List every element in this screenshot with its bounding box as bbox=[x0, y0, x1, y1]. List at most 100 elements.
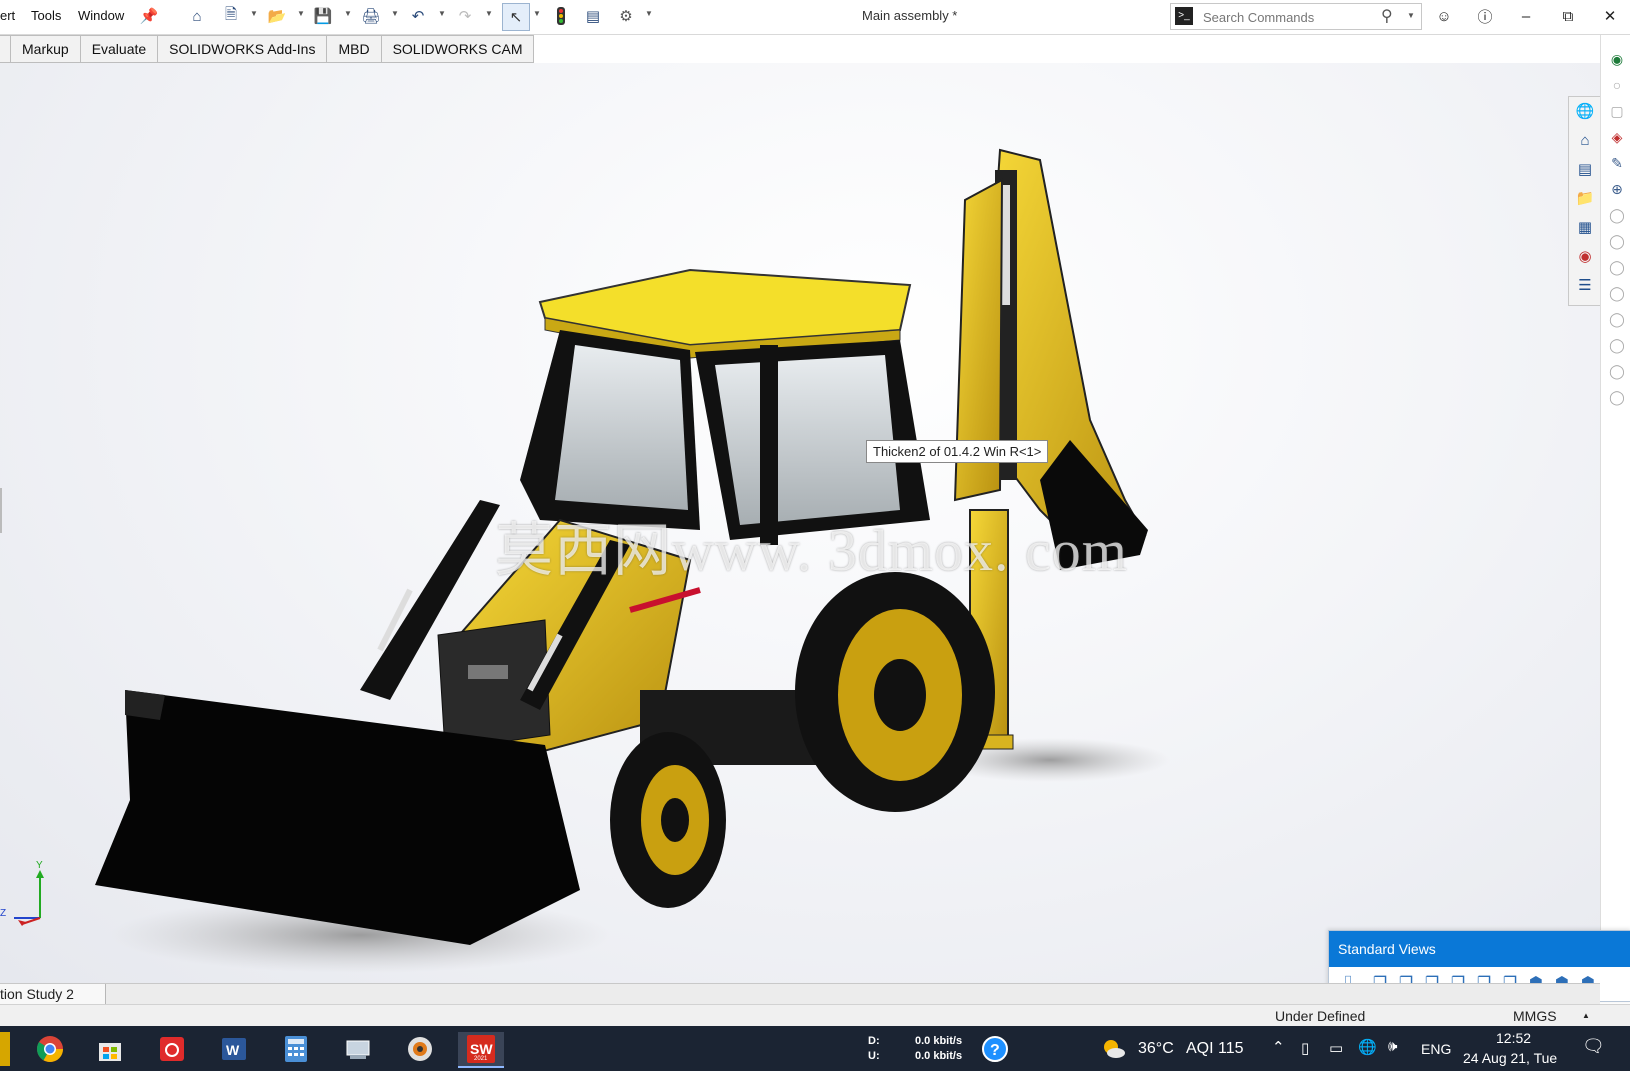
tab-markup[interactable]: Markup bbox=[11, 35, 81, 63]
menu-window[interactable]: Window bbox=[78, 8, 124, 23]
new-caret-icon[interactable]: ▼ bbox=[250, 9, 258, 18]
unit-system[interactable]: MMGS bbox=[1513, 1008, 1557, 1024]
graphics-area[interactable]: ⚲ ⚲ ↺ ◫ ✦ ❐ ▼ ▣ ▼ ◉ ▼ ◈ ▲ ▼ ▭ ▼ ◫ ◫ – ⧉ … bbox=[0, 63, 1600, 983]
select-caret-icon[interactable]: ▼ bbox=[533, 9, 541, 18]
new-document-icon[interactable]: 🗎 bbox=[222, 6, 240, 25]
solidworks-resources-icon[interactable]: 🌐 bbox=[1573, 99, 1597, 123]
view-icon-h[interactable]: ◯ bbox=[1607, 387, 1627, 407]
options-gear-icon[interactable]: ⚙ bbox=[617, 7, 635, 25]
minimize-button[interactable]: – bbox=[1513, 5, 1539, 27]
command-prompt-icon: >_ bbox=[1175, 7, 1193, 25]
undo-icon[interactable]: ↶ bbox=[409, 7, 427, 25]
title-bar: ert Tools Window 📌 ⌂ 🗎 ▼ 📂 ▼ 💾 ▼ 🖨 ▼ ↶ ▼… bbox=[0, 0, 1630, 35]
unit-system-caret-icon[interactable]: ▲ bbox=[1582, 1011, 1590, 1020]
word-icon[interactable]: W bbox=[214, 1032, 254, 1066]
show-hidden-icons-icon[interactable]: ⌃ bbox=[1272, 1038, 1285, 1056]
calculator-icon[interactable] bbox=[276, 1032, 316, 1066]
view-palette-icon[interactable]: ▦ bbox=[1573, 215, 1597, 239]
definition-status: Under Defined bbox=[1275, 1008, 1366, 1024]
print-caret-icon[interactable]: ▼ bbox=[391, 9, 399, 18]
restore-button[interactable]: ⧉ bbox=[1555, 5, 1581, 27]
task-pane-home-icon[interactable]: ⌂ bbox=[1573, 128, 1597, 152]
appearances-scenes-icon[interactable]: ◉ bbox=[1573, 244, 1597, 268]
target-icon[interactable]: ⊕ bbox=[1607, 179, 1627, 199]
open-caret-icon[interactable]: ▼ bbox=[297, 9, 305, 18]
view-icon-a[interactable]: ◯ bbox=[1607, 205, 1627, 225]
weather-temperature[interactable]: 36°C bbox=[1138, 1040, 1174, 1058]
home-icon[interactable]: ⌂ bbox=[188, 7, 206, 25]
task-pane-tabs: 🌐 ⌂ ▤ 📁 ▦ ◉ ☰ bbox=[1568, 96, 1600, 306]
triad-z-label: Z bbox=[0, 908, 7, 919]
device-icon[interactable]: ▯ bbox=[1301, 1039, 1309, 1057]
search-input[interactable] bbox=[1201, 7, 1375, 27]
custom-properties-icon[interactable]: ☰ bbox=[1573, 273, 1597, 297]
pin-icon[interactable]: 📌 bbox=[140, 7, 159, 25]
triad-y-label: Y bbox=[36, 860, 43, 871]
menu-insert[interactable]: ert bbox=[0, 8, 15, 23]
weather-icon[interactable] bbox=[1093, 1032, 1133, 1066]
undo-caret-icon[interactable]: ▼ bbox=[438, 9, 446, 18]
clock-time[interactable]: 12:52 bbox=[1496, 1030, 1531, 1046]
user-account-icon[interactable]: ☺ bbox=[1431, 5, 1457, 27]
appearances-icon[interactable]: ◉ bbox=[1607, 49, 1627, 69]
view-icon-e[interactable]: ◯ bbox=[1607, 309, 1627, 329]
media-player-icon[interactable] bbox=[400, 1032, 440, 1066]
view-icon-f[interactable]: ◯ bbox=[1607, 335, 1627, 355]
bottom-tabs-bar: tion Study 2 bbox=[0, 983, 1600, 1005]
right-side-toolbar: ◉ ○ ▢ ◈ ✎ ⊕ ◯ ◯ ◯ ◯ ◯ ◯ ◯ ◯ ⚙ bbox=[1600, 35, 1630, 988]
redo-icon[interactable]: ↷ bbox=[456, 7, 474, 25]
options-caret-icon[interactable]: ▼ bbox=[645, 9, 653, 18]
help-tray-icon[interactable]: ? bbox=[975, 1032, 1015, 1066]
search-commands-box[interactable]: >_ ⚲ ▼ bbox=[1170, 3, 1422, 30]
search-caret-icon[interactable]: ▼ bbox=[1407, 11, 1415, 20]
store-icon[interactable] bbox=[90, 1032, 130, 1066]
solidworks-taskbar-icon[interactable]: SW 2021 bbox=[458, 1032, 504, 1068]
edit-appearance-icon[interactable]: ✎ bbox=[1607, 153, 1627, 173]
help-icon[interactable]: ⓘ bbox=[1472, 5, 1498, 27]
volume-icon[interactable]: 🕪 bbox=[1388, 1038, 1397, 1055]
menu-tools[interactable]: Tools bbox=[31, 8, 61, 23]
document-title: Main assembly * bbox=[862, 8, 958, 23]
decals-icon[interactable]: ▢ bbox=[1607, 101, 1627, 121]
view-icon-d[interactable]: ◯ bbox=[1607, 283, 1627, 303]
print-icon[interactable]: 🖨 bbox=[361, 7, 380, 25]
save-caret-icon[interactable]: ▼ bbox=[344, 9, 352, 18]
air-quality-index[interactable]: AQI 115 bbox=[1186, 1040, 1244, 1058]
tab-motion-study-2[interactable]: tion Study 2 bbox=[0, 984, 106, 1004]
open-icon[interactable]: 📂 bbox=[268, 7, 287, 25]
design-library-icon[interactable]: ▤ bbox=[1573, 157, 1597, 181]
render-tools-icon[interactable]: ◈ bbox=[1607, 127, 1627, 147]
watermark-text: 莫西网www. 3dmox. com bbox=[495, 518, 1128, 583]
chrome-icon[interactable] bbox=[30, 1032, 70, 1066]
tab-mbd[interactable]: MBD bbox=[327, 35, 382, 63]
network-share-icon[interactable] bbox=[338, 1032, 378, 1066]
network-globe-icon[interactable]: 🌐 bbox=[1358, 1038, 1377, 1056]
tab-solidworks-add-ins[interactable]: SOLIDWORKS Add-Ins bbox=[158, 35, 328, 63]
tab-truncated[interactable] bbox=[0, 35, 11, 63]
language-indicator[interactable]: ENG bbox=[1421, 1041, 1451, 1057]
view-icon-g[interactable]: ◯ bbox=[1607, 361, 1627, 381]
redo-caret-icon[interactable]: ▼ bbox=[485, 9, 493, 18]
net-up-label: U: bbox=[868, 1050, 880, 1062]
standard-views-title: Standard Views bbox=[1329, 931, 1630, 967]
battery-icon[interactable]: ▭ bbox=[1329, 1039, 1343, 1057]
scenes-icon[interactable]: ○ bbox=[1607, 75, 1627, 95]
tab-solidworks-cam[interactable]: SOLIDWORKS CAM bbox=[381, 35, 535, 63]
hover-tooltip: Thicken2 of 01.4.2 Win R<1> bbox=[866, 440, 1049, 463]
svg-text:?: ? bbox=[990, 1042, 1000, 1059]
taskbar-app-truncated[interactable] bbox=[0, 1032, 10, 1066]
file-explorer-icon[interactable]: 📁 bbox=[1573, 186, 1597, 210]
windows-taskbar: W SW 2021 D: U: 0.0 kbit/s 0.0 kbit/s ? … bbox=[0, 1026, 1630, 1071]
music-app-icon[interactable] bbox=[152, 1032, 192, 1066]
rebuild-icon[interactable] bbox=[552, 7, 570, 25]
select-icon[interactable]: ↖ bbox=[502, 3, 530, 31]
save-icon[interactable]: 💾 bbox=[314, 7, 333, 25]
file-properties-icon[interactable]: ▤ bbox=[584, 7, 602, 25]
close-button[interactable]: ✕ bbox=[1597, 5, 1623, 27]
notifications-icon[interactable]: 🗨 bbox=[1582, 1036, 1605, 1057]
clock-date[interactable]: 24 Aug 21, Tue bbox=[1463, 1050, 1557, 1066]
view-icon-b[interactable]: ◯ bbox=[1607, 231, 1627, 251]
search-icon[interactable]: ⚲ bbox=[1381, 6, 1393, 26]
view-icon-c[interactable]: ◯ bbox=[1607, 257, 1627, 277]
tab-evaluate[interactable]: Evaluate bbox=[80, 35, 159, 63]
